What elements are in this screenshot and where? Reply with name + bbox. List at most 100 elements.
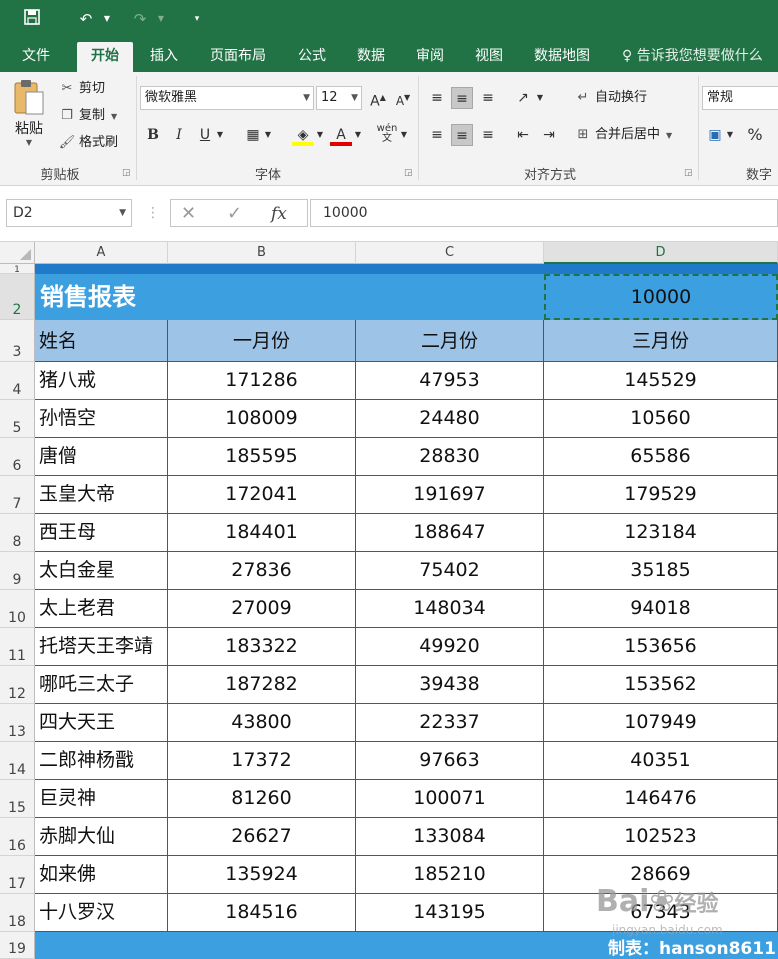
feb-cell[interactable]: 24480	[356, 400, 544, 438]
feb-cell[interactable]: 148034	[356, 590, 544, 628]
increase-indent-icon[interactable]: ⇥	[538, 124, 560, 146]
align-middle-icon[interactable]: ≡	[451, 87, 473, 109]
name-cell[interactable]: 十八罗汉	[35, 894, 168, 932]
align-left-icon[interactable]: ≡	[426, 124, 448, 146]
name-box[interactable]: D2 ▼	[6, 199, 132, 227]
underline-button[interactable]: U	[194, 124, 216, 146]
tab-insert[interactable]: 插入	[140, 42, 188, 72]
jan-cell[interactable]: 183322	[168, 628, 356, 666]
formula-input[interactable]: 10000	[310, 199, 778, 227]
row-header-14[interactable]: 14	[0, 742, 35, 780]
tab-data[interactable]: 数据	[347, 42, 395, 72]
header-jan[interactable]: 一月份	[168, 320, 356, 362]
column-header-c[interactable]: C	[356, 242, 544, 264]
row-header-7[interactable]: 7	[0, 476, 35, 514]
row-header-8[interactable]: 8	[0, 514, 35, 552]
mar-cell[interactable]: 40351	[544, 742, 778, 780]
customize-icon[interactable]: ▾	[190, 8, 204, 30]
row-header-4[interactable]: 4	[0, 362, 35, 400]
feb-cell[interactable]: 143195	[356, 894, 544, 932]
mar-cell[interactable]: 35185	[544, 552, 778, 590]
feb-cell[interactable]: 97663	[356, 742, 544, 780]
phonetic-guide-icon[interactable]: wén 文	[376, 124, 398, 146]
jan-cell[interactable]: 26627	[168, 818, 356, 856]
bold-button[interactable]: B	[142, 124, 164, 146]
undo-icon[interactable]: ↶	[74, 8, 98, 30]
italic-button[interactable]: I	[168, 124, 190, 146]
font-size-select[interactable]: 12 ▼	[316, 86, 362, 110]
decrease-indent-icon[interactable]: ⇤	[512, 124, 534, 146]
cut-button[interactable]: ✂ 剪切	[58, 79, 105, 99]
save-icon[interactable]	[20, 8, 44, 30]
name-cell[interactable]: 玉皇大帝	[35, 476, 168, 514]
feb-cell[interactable]: 133084	[356, 818, 544, 856]
select-all-corner[interactable]	[0, 242, 35, 264]
feb-cell[interactable]: 191697	[356, 476, 544, 514]
jan-cell[interactable]: 171286	[168, 362, 356, 400]
jan-cell[interactable]: 187282	[168, 666, 356, 704]
copy-button[interactable]: ❐ 复制 ▼	[58, 106, 117, 127]
mar-cell[interactable]: 146476	[544, 780, 778, 818]
percent-icon[interactable]: %	[744, 124, 766, 146]
name-cell[interactable]: 猪八戒	[35, 362, 168, 400]
redo-dropdown-icon[interactable]: ▼	[156, 8, 166, 30]
row-header-2[interactable]: 2	[0, 274, 35, 320]
redo-icon[interactable]: ↷	[128, 8, 152, 30]
selected-cell-d2[interactable]: 10000	[544, 274, 778, 320]
borders-icon[interactable]: ▦	[242, 124, 264, 146]
cancel-icon[interactable]: ✕	[181, 200, 196, 228]
jan-cell[interactable]: 81260	[168, 780, 356, 818]
name-cell[interactable]: 西王母	[35, 514, 168, 552]
tab-file[interactable]: 文件	[10, 42, 62, 72]
align-top-icon[interactable]: ≡	[426, 87, 448, 109]
row-header-12[interactable]: 12	[0, 666, 35, 704]
jan-cell[interactable]: 27009	[168, 590, 356, 628]
font-color-icon[interactable]: A	[330, 124, 352, 146]
row-header-18[interactable]: 18	[0, 894, 35, 932]
jan-cell[interactable]: 108009	[168, 400, 356, 438]
orientation-icon[interactable]: ↗	[512, 87, 534, 109]
jan-cell[interactable]: 43800	[168, 704, 356, 742]
insert-function-icon[interactable]: fx	[271, 200, 287, 228]
decrease-font-size-icon[interactable]: A▼	[392, 87, 414, 109]
tab-data-map[interactable]: 数据地图	[524, 42, 600, 72]
jan-cell[interactable]: 172041	[168, 476, 356, 514]
tab-page-layout[interactable]: 页面布局	[200, 42, 276, 72]
name-cell[interactable]: 唐僧	[35, 438, 168, 476]
mar-cell[interactable]: 102523	[544, 818, 778, 856]
jan-cell[interactable]: 135924	[168, 856, 356, 894]
name-cell[interactable]: 四大天王	[35, 704, 168, 742]
tell-me-search[interactable]: ♀ 告诉我您想要做什么	[622, 42, 778, 72]
phonetic-dropdown-icon[interactable]: ▼	[398, 124, 410, 146]
row-header-6[interactable]: 6	[0, 438, 35, 476]
sheet-title[interactable]: 销售报表	[40, 274, 136, 320]
accounting-dropdown-icon[interactable]: ▼	[724, 124, 736, 146]
tab-review[interactable]: 审阅	[406, 42, 454, 72]
row-header-19[interactable]: 19	[0, 932, 35, 959]
feb-cell[interactable]: 22337	[356, 704, 544, 742]
feb-cell[interactable]: 100071	[356, 780, 544, 818]
mar-cell[interactable]: 10560	[544, 400, 778, 438]
header-mar[interactable]: 三月份	[544, 320, 778, 362]
header-feb[interactable]: 二月份	[356, 320, 544, 362]
column-header-d[interactable]: D	[544, 242, 778, 264]
row-header-1[interactable]: 1	[0, 264, 35, 275]
increase-font-size-icon[interactable]: A▲	[367, 87, 389, 110]
name-cell[interactable]: 托塔天王李靖	[35, 628, 168, 666]
feb-cell[interactable]: 75402	[356, 552, 544, 590]
paste-button[interactable]: 粘贴 ▼	[8, 78, 50, 158]
underline-dropdown-icon[interactable]: ▼	[214, 124, 226, 146]
jan-cell[interactable]: 17372	[168, 742, 356, 780]
name-cell[interactable]: 如来佛	[35, 856, 168, 894]
align-center-icon[interactable]: ≡	[451, 124, 473, 146]
jan-cell[interactable]: 185595	[168, 438, 356, 476]
font-name-select[interactable]: 微软雅黑 ▼	[140, 86, 314, 110]
jan-cell[interactable]: 184516	[168, 894, 356, 932]
wrap-text-button[interactable]: ↵ 自动换行	[574, 88, 647, 108]
row-header-15[interactable]: 15	[0, 780, 35, 818]
row-header-5[interactable]: 5	[0, 400, 35, 438]
tab-formulas[interactable]: 公式	[288, 42, 336, 72]
mar-cell[interactable]: 179529	[544, 476, 778, 514]
enter-icon[interactable]: ✓	[227, 200, 242, 228]
mar-cell[interactable]: 123184	[544, 514, 778, 552]
